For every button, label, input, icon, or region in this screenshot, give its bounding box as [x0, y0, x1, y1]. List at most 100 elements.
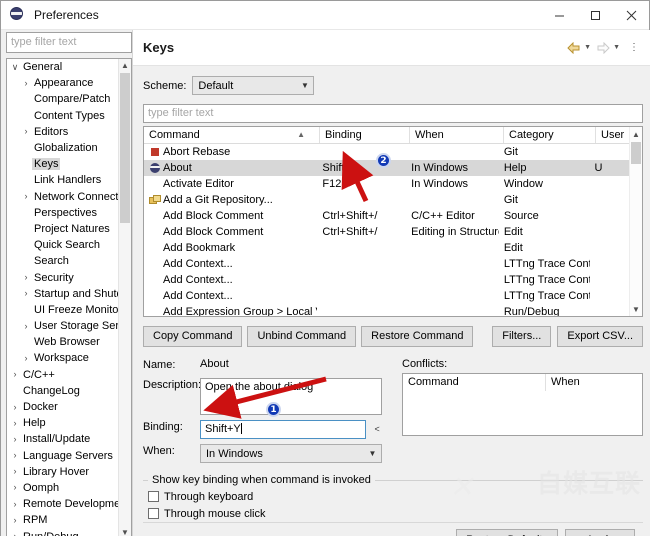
maximize-icon[interactable]	[577, 1, 613, 30]
keys-table-header: Command ▲ Binding When Category User	[144, 127, 642, 144]
chevron-icon[interactable]: ›	[20, 127, 32, 136]
sidebar-item-keys[interactable]: Keys	[7, 156, 118, 172]
when-select[interactable]: In Windows ▼	[200, 444, 382, 463]
chevron-icon[interactable]: ›	[20, 354, 32, 363]
keys-filter-input[interactable]: type filter text	[143, 104, 643, 123]
forward-chevron-down-icon[interactable]: ▼	[613, 44, 620, 51]
sidebar-item-workspace[interactable]: ›Workspace	[7, 350, 118, 366]
sidebar-item-label: Compare/Patch	[32, 93, 112, 105]
sidebar-item-globalization[interactable]: Globalization	[7, 140, 118, 156]
sidebar-item-web-browser[interactable]: Web Browser	[7, 334, 118, 350]
apply-button[interactable]: Apply	[565, 529, 635, 536]
scroll-up-icon[interactable]: ▲	[119, 59, 131, 72]
table-row[interactable]: Add Context...LTTng Trace Contr...	[144, 288, 629, 304]
chevron-icon[interactable]: ›	[20, 289, 32, 298]
column-header-when[interactable]: When	[410, 127, 504, 143]
table-row[interactable]: Add Block CommentCtrl+Shift+/Editing in …	[144, 224, 629, 240]
sidebar-item-editors[interactable]: ›Editors	[7, 124, 118, 140]
sidebar-item-language-servers[interactable]: ›Language Servers	[7, 448, 118, 464]
cell-binding: Ctrl+Shift+/	[317, 226, 406, 238]
sidebar-item-startup-and-shutdo[interactable]: ›Startup and Shutdo	[7, 286, 118, 302]
scroll-down-icon[interactable]: ▼	[119, 526, 131, 536]
sidebar-item-user-storage-servi[interactable]: ›User Storage Servi	[7, 318, 118, 334]
chevron-icon[interactable]: ›	[9, 451, 21, 460]
restore-defaults-button[interactable]: Restore Defaults	[456, 529, 558, 536]
chevron-icon[interactable]: ›	[9, 532, 21, 536]
sidebar-item-library-hover[interactable]: ›Library Hover	[7, 464, 118, 480]
binding-insert-button[interactable]: <	[371, 420, 383, 439]
table-row[interactable]: Add a Git Repository...Git	[144, 192, 629, 208]
chevron-icon[interactable]: ›	[20, 192, 32, 201]
back-arrow-icon[interactable]	[567, 42, 581, 54]
checkbox-through-keyboard[interactable]: Through keyboard	[143, 488, 643, 505]
filters-button[interactable]: Filters...	[492, 326, 551, 347]
sidebar-item-appearance[interactable]: ›Appearance	[7, 75, 118, 91]
sidebar-item-oomph[interactable]: ›Oomph	[7, 480, 118, 496]
description-field[interactable]: Open the about dialog	[200, 378, 382, 415]
scheme-select[interactable]: Default ▼	[192, 76, 314, 95]
chevron-icon[interactable]: ›	[20, 273, 32, 282]
scroll-down-icon[interactable]: ▼	[630, 302, 642, 316]
sidebar-item-project-natures[interactable]: Project Natures	[7, 221, 118, 237]
unbind-command-button[interactable]: Unbind Command	[247, 326, 356, 347]
chevron-icon[interactable]: ›	[20, 79, 32, 88]
checkbox-icon[interactable]	[148, 508, 159, 519]
sidebar-item-run-debug[interactable]: ›Run/Debug	[7, 528, 118, 536]
chevron-icon[interactable]: ∨	[9, 63, 21, 72]
sidebar-item-docker[interactable]: ›Docker	[7, 399, 118, 415]
sidebar-item-search[interactable]: Search	[7, 253, 118, 269]
checkbox-through-mouse-click[interactable]: Through mouse click	[143, 505, 643, 522]
sidebar-item-changelog[interactable]: ChangeLog	[7, 383, 118, 399]
sidebar-item-help[interactable]: ›Help	[7, 415, 118, 431]
scrollbar-thumb[interactable]	[631, 142, 641, 164]
export-csv-button[interactable]: Export CSV...	[557, 326, 643, 347]
sidebar-item-remote-development[interactable]: ›Remote Development	[7, 496, 118, 512]
keys-table-scrollbar[interactable]: ▲ ▼	[629, 127, 642, 316]
chevron-icon[interactable]: ›	[9, 516, 21, 525]
sidebar-item-link-handlers[interactable]: Link Handlers	[7, 172, 118, 188]
sidebar-item-security[interactable]: ›Security	[7, 269, 118, 285]
close-icon[interactable]	[613, 1, 649, 30]
sidebar-item-perspectives[interactable]: Perspectives	[7, 205, 118, 221]
column-header-command[interactable]: Command ▲	[144, 127, 320, 143]
table-row[interactable]: Add Context...LTTng Trace Contr...	[144, 272, 629, 288]
back-chevron-down-icon[interactable]: ▼	[584, 44, 591, 51]
copy-command-button[interactable]: Copy Command	[143, 326, 242, 347]
sidebar-item-ui-freeze-monitori[interactable]: UI Freeze Monitori	[7, 302, 118, 318]
chevron-icon[interactable]: ›	[9, 435, 21, 444]
sidebar-item-general[interactable]: ∨General	[7, 59, 118, 75]
table-row[interactable]: Add Block CommentCtrl+Shift+/C/C++ Edito…	[144, 208, 629, 224]
chevron-icon[interactable]: ›	[9, 483, 21, 492]
forward-arrow-icon[interactable]	[596, 42, 610, 54]
conflicts-column-when[interactable]: When	[546, 374, 642, 391]
table-row[interactable]: Add Expression Group > Local VarRun/Debu…	[144, 304, 629, 316]
table-row[interactable]: Add BookmarkEdit	[144, 240, 629, 256]
restore-command-button[interactable]: Restore Command	[361, 326, 473, 347]
scroll-up-icon[interactable]: ▲	[630, 127, 642, 141]
sidebar-item-c-c[interactable]: ›C/C++	[7, 367, 118, 383]
sidebar-item-quick-search[interactable]: Quick Search	[7, 237, 118, 253]
chevron-icon[interactable]: ›	[9, 500, 21, 509]
column-header-category[interactable]: Category	[504, 127, 596, 143]
scrollbar-thumb[interactable]	[120, 73, 130, 223]
minimize-icon[interactable]	[541, 1, 577, 30]
sidebar-item-install-update[interactable]: ›Install/Update	[7, 431, 118, 447]
column-header-binding[interactable]: Binding	[320, 127, 410, 143]
chevron-icon[interactable]: ›	[9, 370, 21, 379]
checkbox-icon[interactable]	[148, 491, 159, 502]
chevron-icon[interactable]: ›	[9, 403, 21, 412]
chevron-icon[interactable]: ›	[20, 322, 32, 331]
chevron-icon[interactable]: ›	[9, 467, 21, 476]
table-row[interactable]: Add Context...LTTng Trace Contr...	[144, 256, 629, 272]
kebab-menu-icon[interactable]: ⋮	[625, 43, 643, 52]
sidebar-item-content-types[interactable]: Content Types	[7, 108, 118, 124]
sidebar-item-rpm[interactable]: ›RPM	[7, 512, 118, 528]
chevron-icon[interactable]: ›	[9, 419, 21, 428]
table-row[interactable]: Activate EditorF12In WindowsWindow	[144, 176, 629, 192]
conflicts-column-command[interactable]: Command	[403, 374, 546, 391]
sidebar-item-network-connectio[interactable]: ›Network Connectio	[7, 189, 118, 205]
sidebar-filter-input[interactable]: type filter text	[6, 32, 132, 53]
binding-input[interactable]: Shift+Y	[200, 420, 366, 439]
sidebar-item-compare-patch[interactable]: Compare/Patch	[7, 91, 118, 107]
sidebar-vertical-scrollbar[interactable]: ▲ ▼	[118, 59, 131, 536]
